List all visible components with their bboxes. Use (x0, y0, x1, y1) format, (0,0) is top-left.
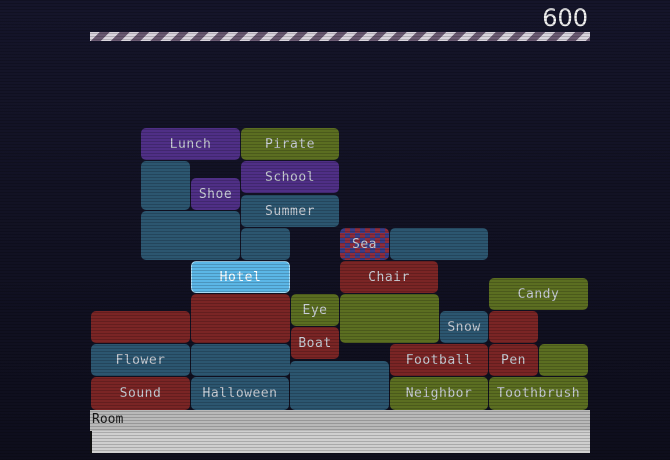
filler-block (191, 294, 290, 343)
score-display: 600 (542, 4, 588, 32)
word-block-snow: Snow (440, 311, 488, 343)
word-block-neighbor: Neighbor (390, 377, 488, 410)
word-block-eye: Eye (291, 294, 339, 326)
filler-block (390, 228, 488, 260)
word-block-candy: Candy (489, 278, 588, 310)
word-block-halloween: Halloween (191, 377, 289, 410)
filler-block (141, 211, 240, 260)
word-block-pen: Pen (489, 344, 538, 376)
filler-block (241, 228, 290, 260)
word-block-football: Football (390, 344, 488, 376)
word-block-summer: Summer (241, 195, 339, 227)
filler-block (141, 161, 190, 210)
word-block-shoe: Shoe (191, 178, 240, 210)
word-block-boat: Boat (291, 327, 339, 359)
word-block-pirate: Pirate (241, 128, 339, 160)
word-block-sea: Sea (340, 228, 389, 260)
word-block-sound: Sound (91, 377, 190, 410)
filler-block (91, 311, 190, 343)
filler-block (290, 361, 389, 410)
filler-block (191, 344, 290, 376)
timer-bar (90, 32, 590, 41)
filler-block (539, 344, 588, 376)
word-block-chair: Chair (340, 261, 438, 293)
word-block-flower: Flower (91, 344, 190, 376)
word-block-hotel: Hotel (191, 261, 290, 293)
word-block-school: School (241, 161, 339, 193)
filler-block (489, 311, 538, 343)
answer-input[interactable] (90, 431, 590, 453)
filler-block (340, 294, 439, 343)
game-board: Lunch Pirate Shoe School Summer Sea Hote… (0, 0, 670, 410)
target-word-label: Room (90, 410, 590, 431)
word-block-lunch: Lunch (141, 128, 240, 160)
word-block-toothbrush: Toothbrush (489, 377, 588, 410)
